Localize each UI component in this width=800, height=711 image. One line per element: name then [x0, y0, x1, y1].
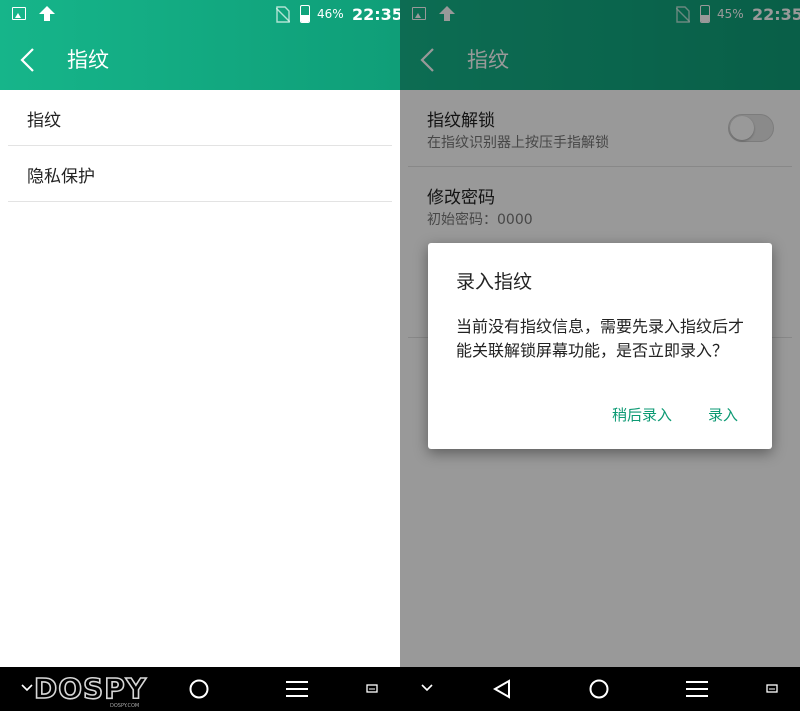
home-circle-icon[interactable]	[188, 678, 210, 700]
menu-icon[interactable]	[685, 679, 709, 699]
right-screen: 45% 22:35 指纹 指纹解锁 在指纹识别器上按压手指解锁 修改密码 初始密…	[400, 0, 800, 711]
list-item-privacy[interactable]: 隐私保护	[8, 146, 392, 202]
app-bar: 指纹	[0, 30, 400, 90]
no-sim-icon	[276, 6, 290, 23]
keyboard-icon[interactable]	[766, 683, 778, 693]
battery-icon	[300, 5, 310, 23]
upload-arrow-icon	[39, 6, 55, 21]
navigation-bar	[400, 667, 800, 711]
dospy-watermark: DOSPY DOSPY.COM	[30, 668, 150, 710]
menu-icon[interactable]	[285, 679, 309, 699]
back-triangle-icon[interactable]	[491, 678, 513, 700]
chevron-down-icon[interactable]	[420, 683, 434, 693]
later-button[interactable]: 稍后录入	[612, 404, 672, 425]
dialog-message: 当前没有指纹信息，需要先录入指纹后才能关联解锁屏幕功能，是否立即录入？	[456, 317, 745, 360]
status-bar: 46% 22:35	[0, 0, 400, 30]
list-item-fingerprint[interactable]: 指纹	[8, 90, 392, 146]
watermark-domain: DOSPY.COM	[110, 703, 139, 709]
watermark-brand: DOSPY	[34, 672, 147, 705]
clock: 22:35	[352, 5, 400, 24]
battery-percent: 46%	[317, 7, 344, 21]
dialog-title: 录入指纹	[456, 271, 533, 293]
image-notification-icon	[12, 7, 26, 20]
home-circle-icon[interactable]	[588, 678, 610, 700]
left-screen: 46% 22:35 指纹 指纹 隐私保护 DOSPY DOSPY.COM	[0, 0, 400, 711]
enroll-button[interactable]: 录入	[708, 404, 738, 425]
page-title: 指纹	[67, 48, 109, 72]
list-item-label: 隐私保护	[27, 167, 95, 187]
enroll-fingerprint-dialog: 录入指纹 当前没有指纹信息，需要先录入指纹后才能关联解锁屏幕功能，是否立即录入？…	[428, 243, 772, 449]
keyboard-icon[interactable]	[366, 683, 378, 693]
back-arrow-icon[interactable]	[18, 47, 38, 73]
list-item-label: 指纹	[27, 111, 61, 131]
